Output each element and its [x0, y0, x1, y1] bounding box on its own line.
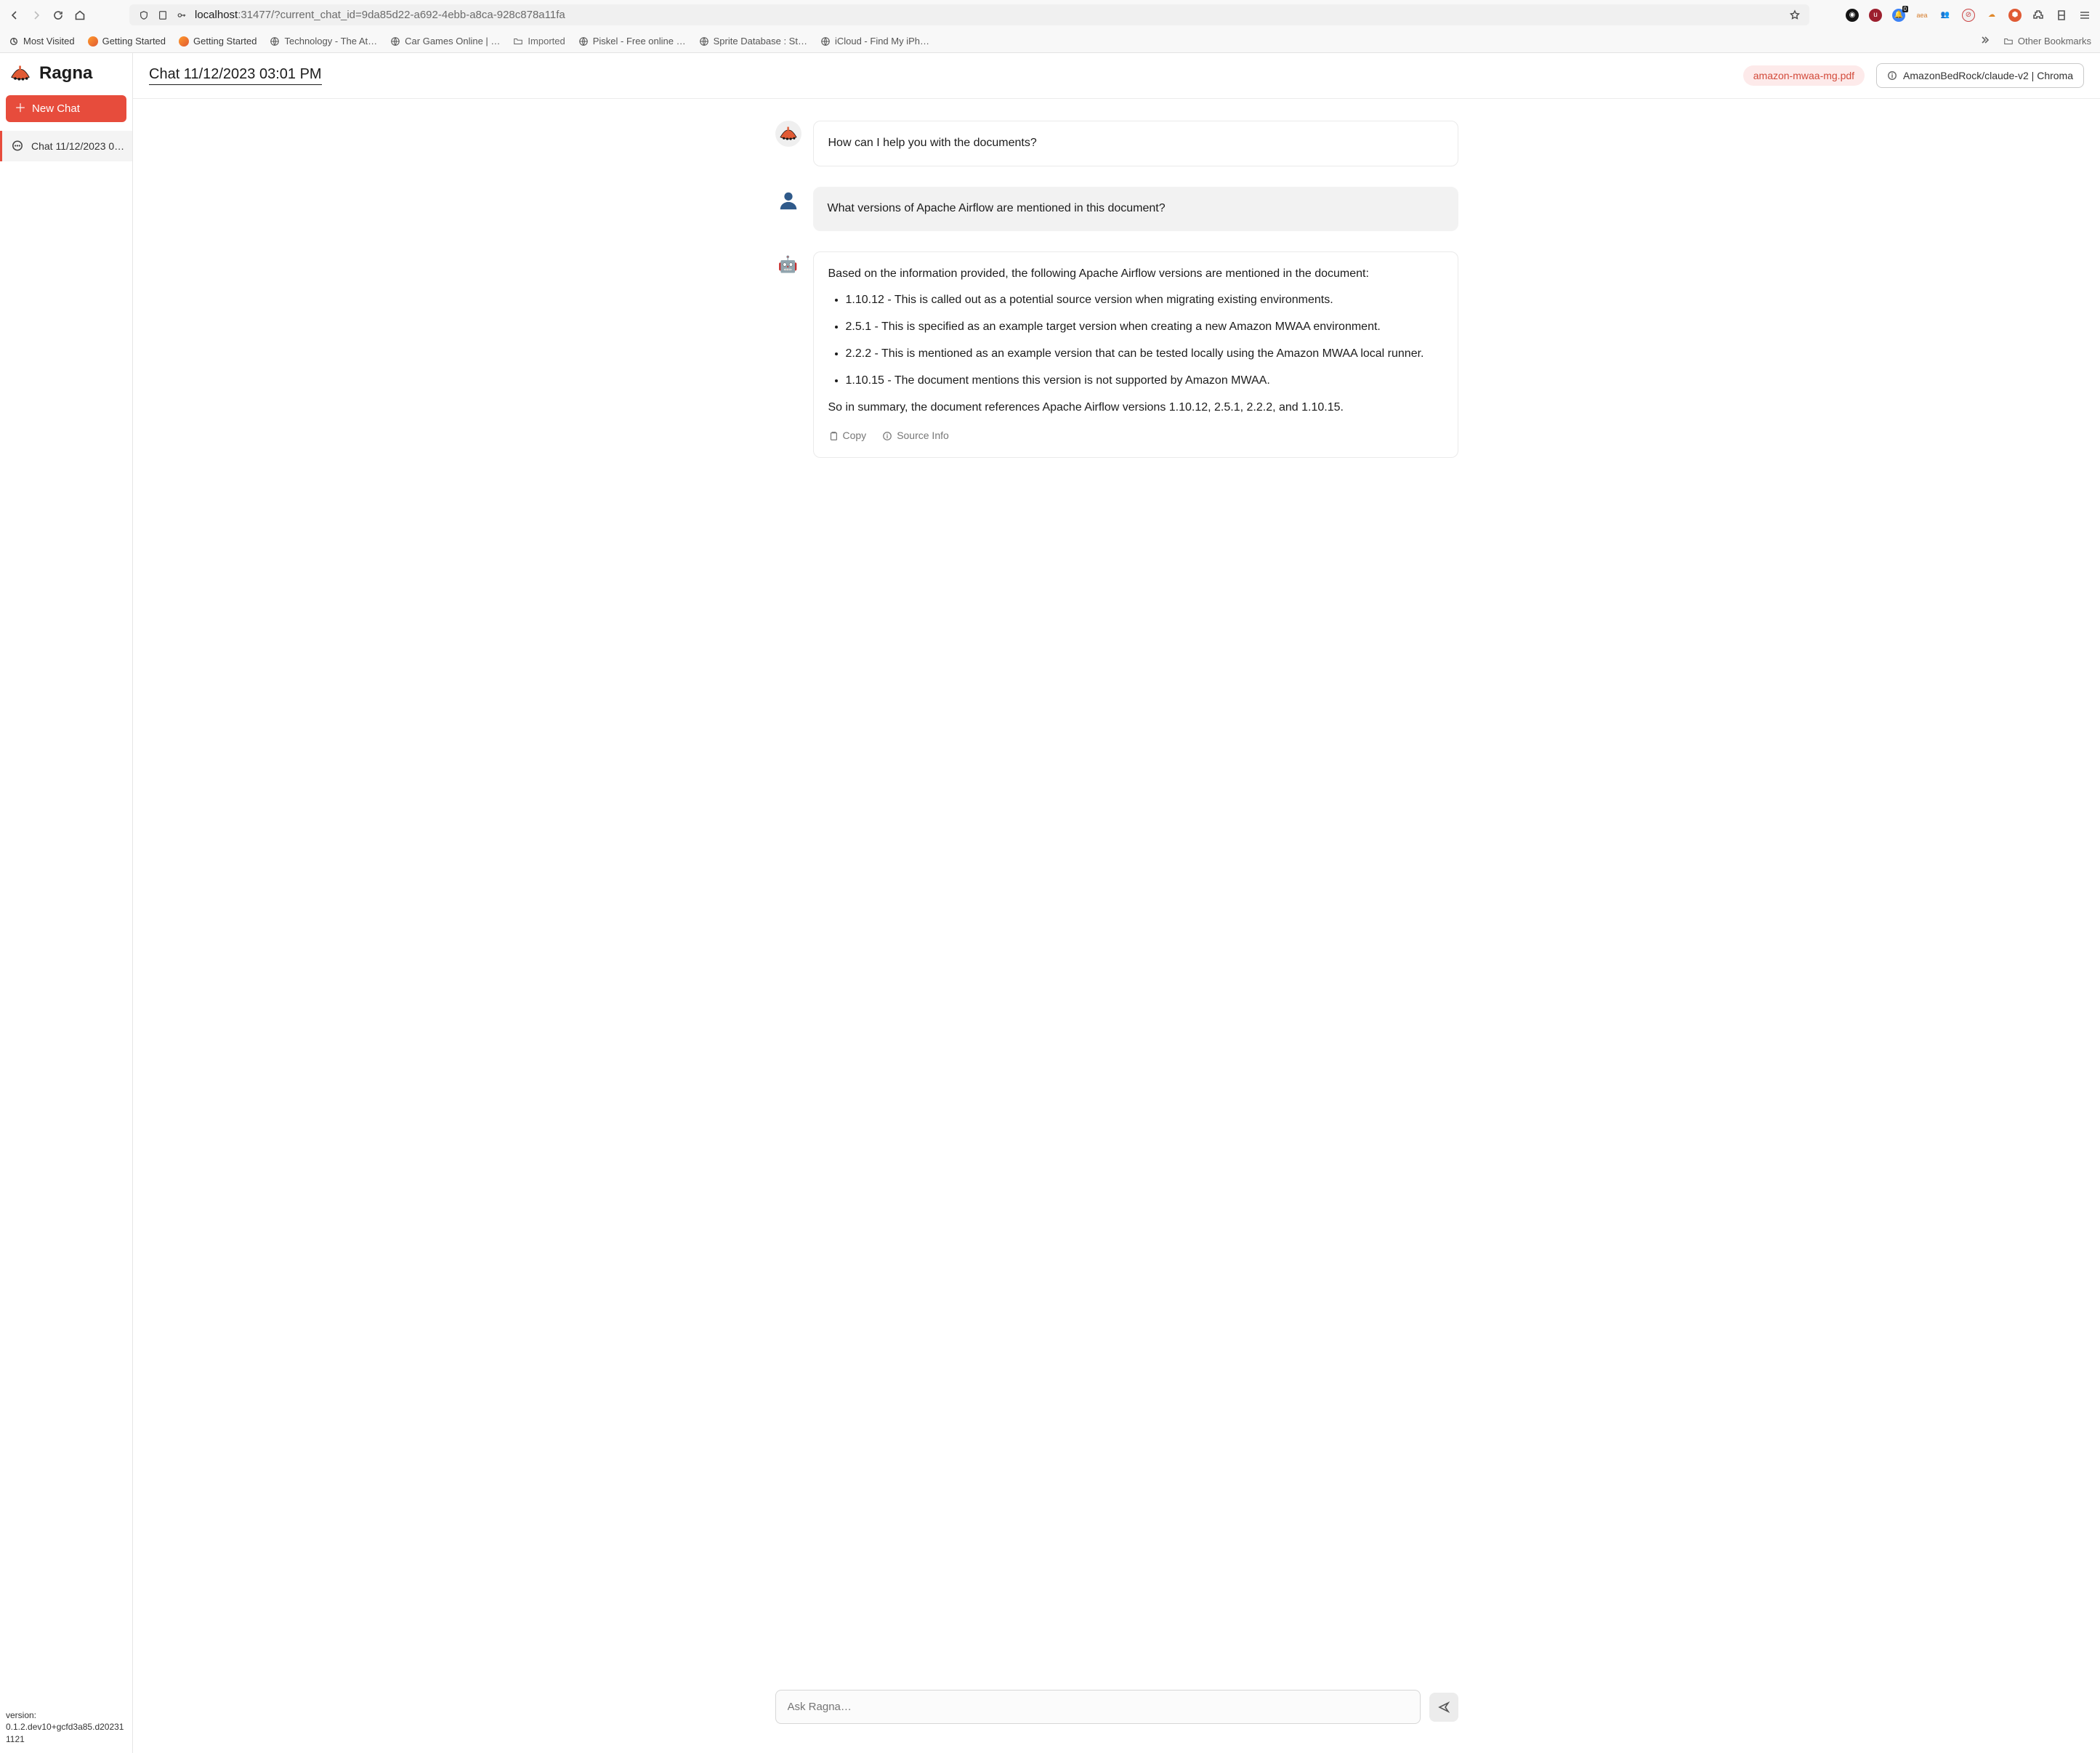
- browser-chrome: localhost:31477/?current_chat_id=9da85d2…: [0, 0, 2100, 53]
- message-body: What versions of Apache Airflow are ment…: [813, 187, 1458, 231]
- main-panel: Chat 11/12/2023 03:01 PM amazon-mwaa-mg.…: [133, 53, 2100, 1753]
- extension-icon[interactable]: ◉: [1846, 9, 1859, 22]
- copy-button[interactable]: Copy: [828, 428, 867, 444]
- user-avatar-icon: [775, 187, 801, 213]
- document-chip[interactable]: amazon-mwaa-mg.pdf: [1743, 65, 1865, 86]
- brand-logo-icon: [10, 64, 31, 83]
- firefox-icon: [179, 36, 189, 47]
- reload-icon[interactable]: [52, 9, 64, 21]
- message-body: How can I help you with the documents?: [813, 121, 1458, 166]
- bookmark-piskel[interactable]: Piskel - Free online …: [578, 36, 686, 47]
- chat-title[interactable]: Chat 11/12/2023 03:01 PM: [149, 66, 322, 85]
- sidebar: Ragna ＋ New Chat Chat 11/12/2023 0… vers…: [0, 53, 133, 1753]
- bookmark-icloud[interactable]: iCloud - Find My iPh…: [820, 36, 929, 47]
- clipboard-icon: [828, 431, 839, 441]
- list-item: 1.10.15 - The document mentions this ver…: [846, 372, 1443, 390]
- bookmark-star-icon[interactable]: [1789, 9, 1801, 21]
- bookmark-most-visited[interactable]: Most Visited: [9, 36, 75, 47]
- extension-icon[interactable]: u: [1869, 9, 1882, 22]
- source-info-button[interactable]: Source Info: [882, 428, 949, 444]
- new-chat-button[interactable]: ＋ New Chat: [6, 95, 126, 122]
- message-user: What versions of Apache Airflow are ment…: [761, 187, 1473, 231]
- extension-icon[interactable]: ⬢: [2008, 9, 2022, 22]
- shield-icon[interactable]: [138, 9, 150, 21]
- extension-icon[interactable]: 👥: [1939, 9, 1952, 22]
- bot-bullet-list: 1.10.12 - This is called out as a potent…: [846, 291, 1443, 390]
- brand-name: Ragna: [39, 63, 92, 84]
- browser-nav-group: [9, 9, 86, 21]
- model-chip[interactable]: AmazonBedRock/claude-v2 | Chroma: [1876, 63, 2084, 88]
- home-icon[interactable]: [74, 9, 86, 21]
- extension-icon[interactable]: ⊘: [1962, 9, 1975, 22]
- app-root: Ragna ＋ New Chat Chat 11/12/2023 0… vers…: [0, 53, 2100, 1753]
- bookmark-imported[interactable]: Imported: [513, 36, 565, 47]
- menu-icon[interactable]: [2078, 9, 2091, 22]
- bookmark-getting-started[interactable]: Getting Started: [179, 36, 257, 47]
- extension-icon[interactable]: aea: [1915, 9, 1929, 22]
- send-icon: [1438, 1701, 1450, 1713]
- main-header: Chat 11/12/2023 03:01 PM amazon-mwaa-mg.…: [133, 53, 2100, 99]
- message-body: Based on the information provided, the f…: [813, 251, 1458, 458]
- info-icon: [882, 431, 892, 441]
- extension-icon[interactable]: ☁: [1985, 9, 1998, 22]
- brand: Ragna: [0, 53, 132, 91]
- list-item: 1.10.12 - This is called out as a potent…: [846, 291, 1443, 310]
- system-avatar-icon: [775, 121, 801, 147]
- bookmark-getting-started[interactable]: Getting Started: [88, 36, 166, 47]
- chat-icon: [11, 140, 24, 153]
- browser-toolbar: localhost:31477/?current_chat_id=9da85d2…: [0, 0, 2100, 30]
- info-icon: [1887, 70, 1897, 81]
- send-button[interactable]: [1429, 1693, 1458, 1722]
- firefox-icon: [88, 36, 98, 47]
- plus-icon: ＋: [15, 103, 26, 115]
- bookmark-car-games[interactable]: Car Games Online | …: [390, 36, 500, 47]
- other-bookmarks[interactable]: Other Bookmarks: [2003, 36, 2091, 47]
- key-icon[interactable]: [176, 9, 187, 21]
- extensions-icon[interactable]: [2032, 9, 2045, 22]
- message-system: How can I help you with the documents?: [761, 121, 1473, 166]
- bookmarks-bar: Most Visited Getting Started Getting Sta…: [0, 30, 2100, 52]
- conversation: How can I help you with the documents? W…: [133, 99, 2100, 1753]
- message-bot: 🤖 Based on the information provided, the…: [761, 251, 1473, 458]
- bookmark-sprite-db[interactable]: Sprite Database : St…: [699, 36, 807, 47]
- url-bar[interactable]: localhost:31477/?current_chat_id=9da85d2…: [129, 4, 1809, 25]
- bookmarks-overflow-icon[interactable]: [1979, 34, 1990, 48]
- extension-bell-icon[interactable]: 🔔0: [1892, 9, 1905, 22]
- url-text: localhost:31477/?current_chat_id=9da85d2…: [195, 9, 565, 21]
- back-icon[interactable]: [9, 9, 20, 21]
- bot-avatar-icon: 🤖: [775, 251, 801, 278]
- browser-extensions: ◉ u 🔔0 aea 👥 ⊘ ☁ ⬢: [1846, 9, 2091, 22]
- extension-icon[interactable]: [2055, 9, 2068, 22]
- chat-list: Chat 11/12/2023 0…: [0, 126, 132, 166]
- sidebar-chat-item[interactable]: Chat 11/12/2023 0…: [0, 131, 132, 161]
- page-icon[interactable]: [157, 9, 169, 21]
- version-info: version: 0.1.2.dev10+gcfd3a85.d202311121: [0, 1702, 132, 1753]
- composer-input[interactable]: [775, 1690, 1421, 1724]
- bot-actions: Copy Source Info: [828, 428, 1443, 444]
- composer-area: [133, 1677, 2100, 1753]
- list-item: 2.2.2 - This is mentioned as an example …: [846, 345, 1443, 363]
- list-item: 2.5.1 - This is specified as an example …: [846, 318, 1443, 337]
- forward-icon: [31, 9, 42, 21]
- bookmark-technology[interactable]: Technology - The At…: [270, 36, 377, 47]
